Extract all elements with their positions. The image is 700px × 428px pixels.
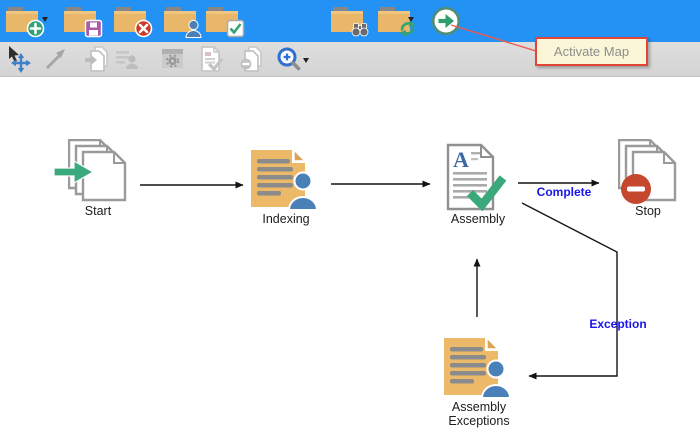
svg-text:A: A [453,147,469,172]
document-user-icon [250,149,322,211]
verify-map-button[interactable] [205,5,241,35]
checkbox-icon [226,19,245,38]
add-map-dropdown-caret[interactable] [42,17,48,22]
activate-arrow-icon [431,6,461,36]
edge-label-complete: Complete [531,185,597,199]
add-start-step-button[interactable] [83,45,111,78]
activate-map-tooltip: Activate Map [535,37,648,66]
edge-assembly-exceptions [522,203,617,376]
node-stop[interactable]: Stop [608,139,688,218]
node-start[interactable]: Start [58,139,138,218]
tooltip-text: Activate Map [554,44,629,59]
import-document-icon [83,45,111,73]
delete-icon [134,19,153,38]
arrow-connector-icon [42,45,70,73]
start-arrow-icon [53,160,95,184]
add-map-button[interactable] [5,5,41,35]
edge-label-exception: Exception [585,317,651,331]
find-map-button[interactable] [330,5,366,35]
activate-map-button[interactable] [431,6,461,36]
node-indexing[interactable]: Indexing [246,149,326,226]
add-process-step-button[interactable] [159,45,187,78]
stop-sign-icon [620,173,652,205]
draw-connector-button[interactable] [42,45,70,78]
add-indexing-step-button[interactable] [113,45,141,78]
node-assembly-exceptions[interactable]: Assembly Exceptions [437,337,521,428]
remove-document-icon [237,45,265,73]
map-canvas[interactable]: Complete Exception Start [0,77,700,428]
process-window-icon [159,45,187,73]
flow-edges [0,77,700,428]
node-label: Assembly [438,212,518,226]
save-icon [84,19,103,38]
add-stop-step-button[interactable] [237,45,265,78]
move-cursor-icon [5,45,33,73]
zoom-in-icon [275,45,303,73]
document-check-icon: A [446,143,510,211]
document-user-icon [443,337,515,399]
node-assembly[interactable]: A Assembly [438,143,518,226]
add-assembly-step-button[interactable] [197,45,225,78]
node-label: Start [58,204,138,218]
select-move-tool-button[interactable] [5,45,33,78]
map-designer-window: { "toolbar_main": { "background_color": … [0,0,700,428]
node-label: Stop [608,204,688,218]
user-map-button[interactable] [163,5,199,35]
zoom-tool-button[interactable] [275,45,303,78]
node-label: Assembly Exceptions [437,400,521,428]
delete-map-button[interactable] [113,5,149,35]
zoom-dropdown-caret[interactable] [303,58,309,63]
node-label: Indexing [246,212,326,226]
indexing-document-icon [113,45,141,73]
refresh-map-dropdown-caret[interactable] [408,17,414,22]
user-icon [184,19,203,38]
binoculars-icon [350,19,370,38]
main-toolbar [0,0,700,42]
assembly-document-icon [197,45,225,73]
save-map-button[interactable] [63,5,99,35]
